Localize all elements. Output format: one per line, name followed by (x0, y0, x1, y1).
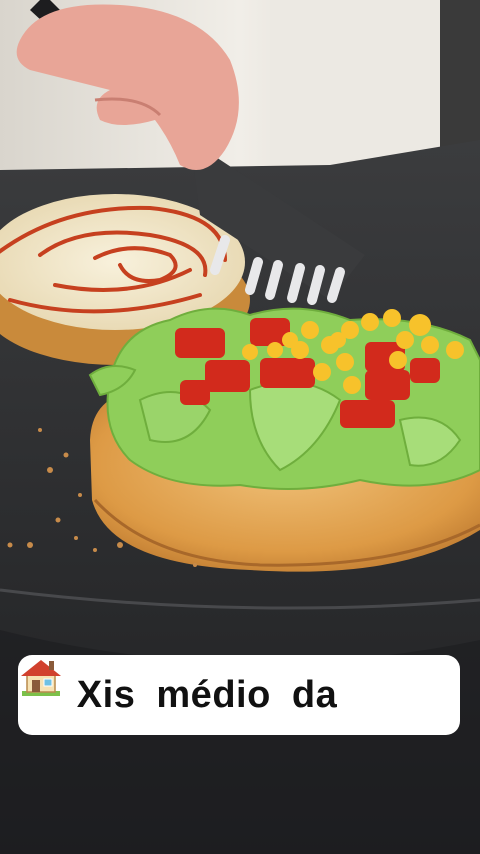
wall-shadow-right (440, 0, 480, 150)
house-emoji-icon (21, 660, 401, 718)
wall-panel-right (270, 0, 450, 165)
caption-text: Xis médio da (76, 673, 338, 716)
caption-banner: Xis médio da (18, 655, 460, 735)
video-frame: Xis médio da (0, 0, 480, 854)
